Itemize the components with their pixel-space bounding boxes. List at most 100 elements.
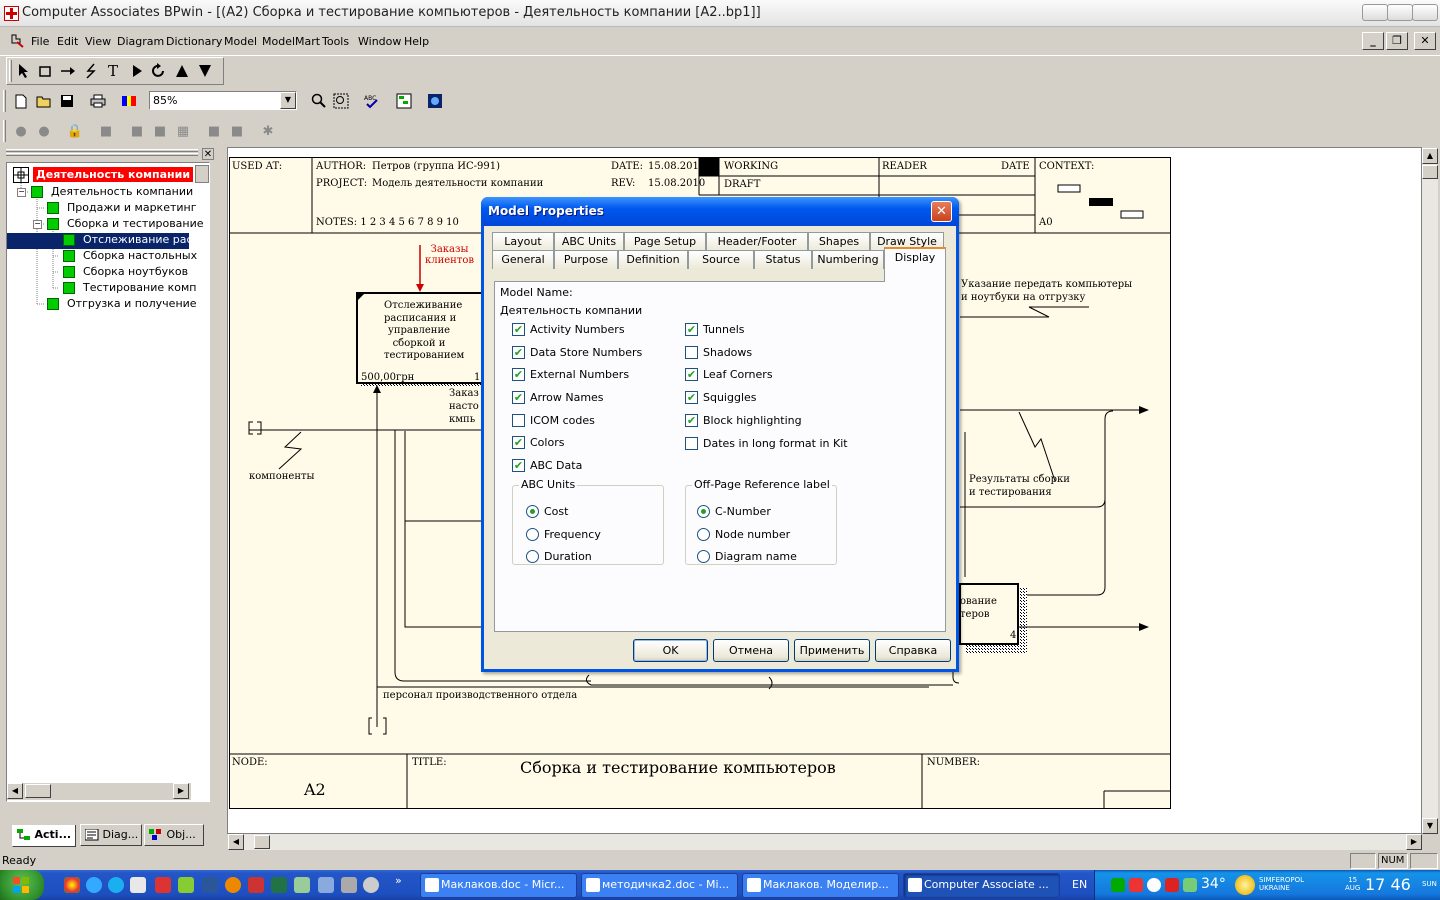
- checkbox-box[interactable]: ✔: [512, 391, 525, 404]
- menu-diagram[interactable]: Diagram: [117, 35, 164, 48]
- checkbox-box[interactable]: ✔: [512, 459, 525, 472]
- scroll-right-icon[interactable]: ▶: [1406, 834, 1422, 850]
- tab-objects[interactable]: Obj...: [144, 824, 204, 846]
- tab-purpose[interactable]: Purpose: [554, 250, 618, 269]
- checkbox-box[interactable]: ✔: [685, 323, 698, 336]
- chrome-icon[interactable]: [64, 877, 80, 893]
- tab-source[interactable]: Source: [688, 250, 754, 269]
- tray-icon[interactable]: [1183, 878, 1197, 892]
- menu-file[interactable]: File: [31, 35, 49, 48]
- radio-button[interactable]: [697, 505, 710, 518]
- tab-layout[interactable]: Layout: [492, 232, 554, 251]
- language-indicator[interactable]: EN: [1072, 878, 1087, 891]
- bpwin-app-icon[interactable]: [4, 6, 19, 21]
- ok-button[interactable]: OK: [633, 639, 708, 662]
- document-icon[interactable]: [130, 877, 146, 893]
- tab-page-setup[interactable]: Page Setup: [624, 232, 706, 251]
- tab-numbering[interactable]: Numbering: [812, 250, 884, 269]
- task-button-active[interactable]: Computer Associate ...: [903, 873, 1060, 898]
- arrow-label-instruction[interactable]: Указание передать компьютеры и ноутбуки …: [961, 278, 1132, 304]
- checkbox-box[interactable]: ✔: [512, 368, 525, 381]
- open-folder-icon[interactable]: [33, 90, 55, 112]
- canvas-vscrollbar[interactable]: ▲ ▼: [1422, 148, 1438, 834]
- task-button[interactable]: Маклаков.doc - Micr...: [420, 873, 577, 898]
- modelmart-icon[interactable]: [424, 90, 446, 112]
- mm-hand-icon[interactable]: ■: [95, 120, 117, 142]
- checkbox-box[interactable]: [512, 414, 525, 427]
- scroll-down-icon[interactable]: ▼: [1422, 818, 1438, 834]
- help-button[interactable]: Справка: [875, 639, 951, 662]
- scroll-thumb[interactable]: [25, 784, 51, 798]
- tab-diagrams[interactable]: Diag...: [80, 824, 142, 846]
- tree-item[interactable]: Деятельность компании: [51, 185, 193, 201]
- toolbar-grip[interactable]: [3, 120, 6, 142]
- tray-icon[interactable]: [1111, 878, 1125, 892]
- app-icon[interactable]: [294, 877, 310, 893]
- app-icon[interactable]: [341, 877, 357, 893]
- checkbox-box[interactable]: ✔: [685, 414, 698, 427]
- radio-button[interactable]: [526, 550, 539, 563]
- checkbox-box[interactable]: [685, 437, 698, 450]
- squiggle-tool-icon[interactable]: [80, 60, 102, 82]
- mm-lock-icon[interactable]: 🔒: [64, 120, 86, 142]
- arrow-label-desktop-orders[interactable]: Заказ насто кмпь: [449, 387, 479, 426]
- mm-tools-icon[interactable]: ■: [226, 120, 248, 142]
- text-tool-icon[interactable]: T: [102, 60, 124, 82]
- up-tool-icon[interactable]: [171, 60, 193, 82]
- tab-definition[interactable]: Definition: [618, 250, 688, 269]
- color-palette-icon[interactable]: [118, 90, 140, 112]
- tray-icon[interactable]: [1165, 878, 1179, 892]
- tab-header-footer[interactable]: Header/Footer: [706, 232, 808, 251]
- mdi-minimize-button[interactable]: _: [1362, 32, 1384, 50]
- tree-item[interactable]: Сборка и тестирование: [67, 217, 204, 233]
- mdi-restore-button[interactable]: ❐: [1386, 32, 1408, 50]
- checkbox-box[interactable]: ✔: [512, 346, 525, 359]
- mm-user-icon[interactable]: ■: [203, 120, 225, 142]
- mm-connect-icon[interactable]: ●: [10, 120, 32, 142]
- menu-model[interactable]: Model: [224, 35, 257, 48]
- play-tool-icon[interactable]: [126, 60, 148, 82]
- radio-button[interactable]: [526, 505, 539, 518]
- zoom-fit-icon[interactable]: [330, 90, 352, 112]
- arrow-label-components[interactable]: компоненты: [249, 471, 314, 482]
- activity-box-1[interactable]: Отслеживание расписания и управление сбо…: [384, 300, 464, 363]
- checkbox-box[interactable]: ✔: [685, 391, 698, 404]
- scroll-thumb[interactable]: [1422, 165, 1438, 179]
- arrow-label-staff[interactable]: персонал производственного отдела: [383, 690, 577, 701]
- panel-grip[interactable]: [6, 149, 198, 152]
- maximize-button[interactable]: [1387, 4, 1413, 21]
- arrow-label-results[interactable]: Результаты сборки и тестирования: [969, 473, 1070, 499]
- clock-time[interactable]: 17 46: [1365, 875, 1411, 894]
- word-icon[interactable]: [202, 877, 218, 893]
- task-button[interactable]: методичка2.doc - Mi...: [581, 873, 738, 898]
- checkbox-box[interactable]: ✔: [685, 368, 698, 381]
- scroll-up-icon[interactable]: ▲: [1422, 148, 1438, 164]
- app-icon[interactable]: [225, 877, 241, 893]
- checkbox-box[interactable]: ✔: [512, 323, 525, 336]
- tree-item[interactable]: Сборка ноутбуков: [83, 265, 188, 281]
- tree-vscroll-up[interactable]: [195, 165, 209, 183]
- arrow-tool-icon[interactable]: [57, 60, 79, 82]
- dialog-close-icon[interactable]: ✕: [931, 201, 952, 222]
- radio-button[interactable]: [526, 528, 539, 541]
- mm-settings-icon[interactable]: ✱: [257, 120, 279, 142]
- ie-icon[interactable]: [86, 877, 102, 893]
- arrow-label-orders[interactable]: Заказы клиентов: [425, 244, 474, 266]
- document-icon[interactable]: [10, 34, 24, 48]
- mm-disconnect-icon[interactable]: ●: [33, 120, 55, 142]
- menu-view[interactable]: View: [85, 35, 111, 48]
- menu-window[interactable]: Window: [358, 35, 401, 48]
- save-icon[interactable]: [56, 90, 78, 112]
- task-button[interactable]: Маклаков. Моделир...: [742, 873, 899, 898]
- start-button[interactable]: [0, 870, 44, 900]
- tree-expand-toggle[interactable]: −: [33, 220, 42, 229]
- tree-item[interactable]: Сборка настольных: [83, 249, 197, 265]
- canvas-hscrollbar[interactable]: ◀ ▶: [228, 834, 1422, 850]
- box-tool-icon[interactable]: [34, 60, 56, 82]
- mdi-close-button[interactable]: ✕: [1414, 32, 1436, 50]
- mm-model-icon[interactable]: ■: [149, 120, 171, 142]
- tab-status[interactable]: Status: [754, 250, 812, 269]
- rotate-tool-icon[interactable]: [148, 60, 170, 82]
- tree-hscrollbar[interactable]: ◀ ▶: [7, 783, 191, 800]
- tab-general[interactable]: General: [492, 250, 554, 269]
